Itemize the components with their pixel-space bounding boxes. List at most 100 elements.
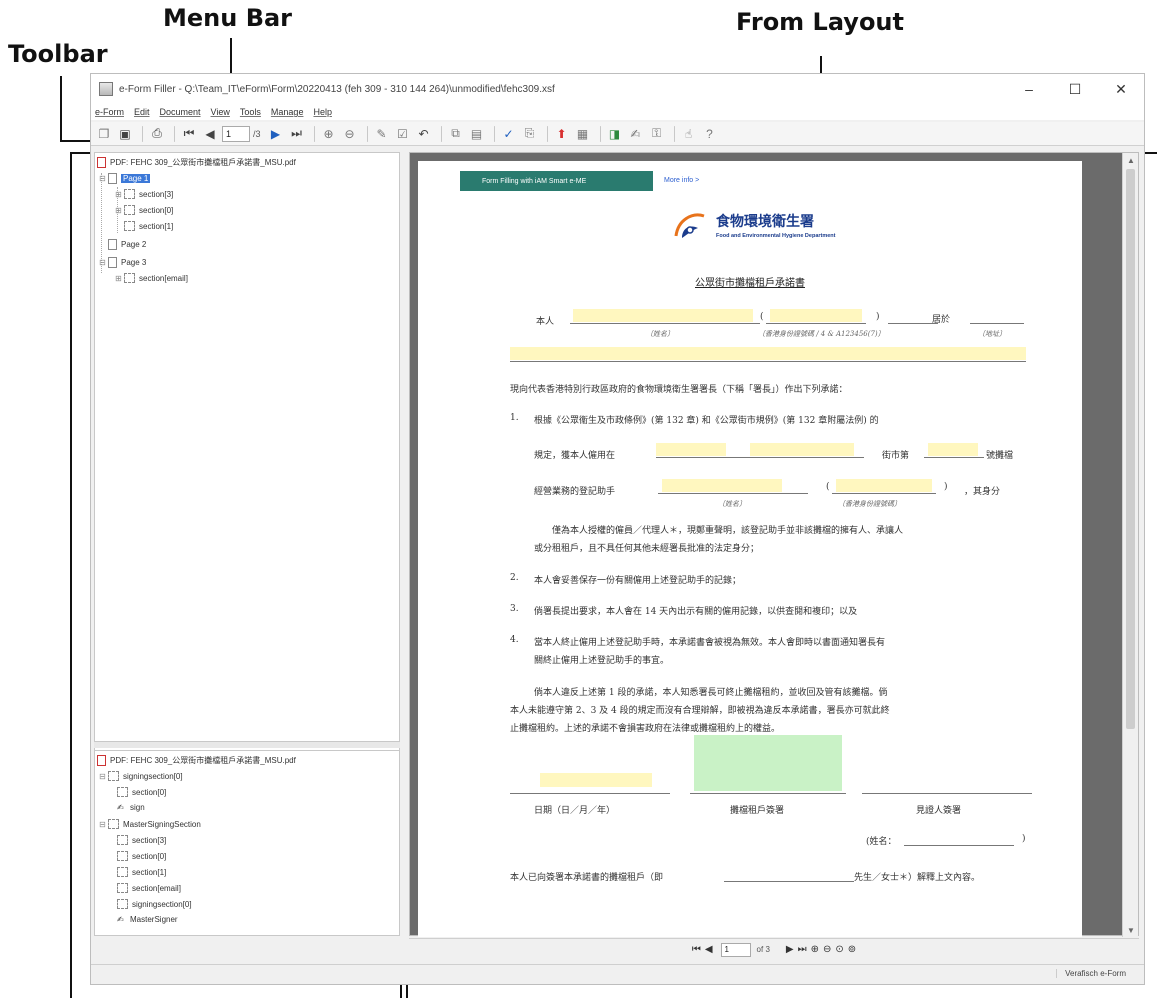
tree-node-section[interactable]: ⊞ section[0]	[115, 205, 173, 215]
collapse-icon[interactable]: ⊟	[99, 174, 106, 183]
tree-node-section[interactable]: signingsection[0]	[117, 899, 192, 909]
tree-node-section[interactable]: ⊞ section[email]	[115, 273, 188, 283]
tree-file-node[interactable]: PDF: FEHC 309_公眾街市攤檔租戶承諾書_MSU.pdf	[97, 755, 296, 766]
doc-text: 或分租租戶，且不具任何其他未經署長批准的法定身分；	[534, 544, 760, 554]
toolbar-separator	[313, 125, 315, 142]
market-name-field[interactable]	[750, 443, 854, 456]
zoom-in-icon[interactable]: ⊕	[320, 125, 338, 143]
tree-node-page-2[interactable]: Page 2	[99, 239, 146, 250]
label-address: 〔地址〕	[978, 330, 1006, 338]
scroll-up-icon[interactable]: ▲	[1123, 153, 1139, 167]
last-page-icon[interactable]: ⏭	[288, 125, 306, 143]
assistant-name-field[interactable]	[662, 479, 782, 492]
zoom-out-icon[interactable]: ⊖	[341, 125, 359, 143]
market-field[interactable]	[656, 443, 726, 456]
more-info-link[interactable]: More info >	[664, 177, 699, 184]
hkid-field[interactable]	[770, 309, 862, 322]
stall-number-field[interactable]	[928, 443, 978, 456]
menu-edit[interactable]: Edit	[134, 107, 150, 117]
collapse-icon[interactable]: ⊟	[99, 772, 106, 781]
edit-form-icon[interactable]: ✎	[373, 125, 391, 143]
upload-icon[interactable]: ⬆	[553, 125, 571, 143]
help-icon[interactable]: ?	[701, 125, 719, 143]
open-icon[interactable]: ❐	[95, 125, 113, 143]
assistant-hkid-field[interactable]	[836, 479, 932, 492]
close-button[interactable]: ✕	[1098, 74, 1144, 104]
previous-page-icon[interactable]: ◀	[705, 944, 713, 955]
last-page-icon[interactable]: ⏭	[798, 944, 807, 955]
page-icon	[108, 239, 117, 250]
clipboard-icon[interactable]: ⎘	[521, 125, 539, 143]
save-icon[interactable]: ▣	[116, 125, 134, 143]
menu-view[interactable]: View	[211, 107, 230, 117]
tree-node-section[interactable]: section[1]	[117, 867, 166, 877]
menu-document[interactable]: Document	[160, 107, 201, 117]
undo-icon[interactable]: ↶	[415, 125, 433, 143]
zoom-out-icon[interactable]: ⊖	[823, 944, 831, 955]
tree-node-section[interactable]: section[0]	[117, 787, 166, 797]
collapse-icon[interactable]: ⊟	[99, 820, 106, 829]
tree-node-section[interactable]: section[1]	[115, 221, 173, 231]
expand-icon[interactable]: ⊞	[115, 206, 122, 215]
tree-node-master-signer[interactable]: ✍ MasterSigner	[117, 915, 178, 924]
menu-tools[interactable]: Tools	[240, 107, 261, 117]
previous-page-icon[interactable]: ◀	[201, 125, 219, 143]
paste-icon[interactable]: ▤	[468, 125, 486, 143]
attachment-icon[interactable]: ▦	[574, 125, 592, 143]
tree-node-section[interactable]: section[0]	[117, 851, 166, 861]
tree-node-section[interactable]: section[3]	[117, 835, 166, 845]
date-field[interactable]	[540, 773, 652, 787]
layers-icon[interactable]: ◨	[606, 125, 624, 143]
underline	[862, 793, 1032, 794]
tree-node-page-1[interactable]: ⊟ Page 1	[99, 173, 151, 184]
document-navigation-bar: ⏮ ◀ 1 of 3 ▶ ⏭ ⊕ ⊖ ⊙ ⊚	[409, 938, 1139, 960]
tree-node-section[interactable]: ⊞ section[3]	[115, 189, 173, 199]
tree-node-section[interactable]: section[email]	[117, 883, 181, 893]
menu-eform[interactable]: e-Form	[95, 107, 124, 117]
scroll-down-icon[interactable]: ▼	[1123, 923, 1139, 937]
tree-node-master-signing[interactable]: ⊟ MasterSigningSection	[99, 819, 201, 829]
tree-file-node[interactable]: PDF: FEHC 309_公眾街市攤檔租戶承諾書_MSU.pdf	[97, 157, 296, 168]
section-icon	[124, 273, 135, 283]
first-page-icon[interactable]: ⏮	[180, 125, 198, 143]
validate-check-icon[interactable]: ✓	[500, 125, 518, 143]
tree-node-sign[interactable]: ✍ sign	[117, 803, 145, 812]
hand-icon[interactable]: ☝	[680, 125, 698, 143]
form-check-icon[interactable]: ☑	[394, 125, 412, 143]
signature-date-label: 日期（日／月／年）	[534, 806, 616, 816]
signature-icon[interactable]: ✍	[627, 125, 645, 143]
scrollbar-thumb[interactable]	[1126, 169, 1135, 729]
fehd-logo-icon	[674, 213, 705, 238]
address-field[interactable]	[510, 347, 1026, 360]
fit-page-icon[interactable]: ⊚	[848, 944, 856, 955]
minimize-button[interactable]: –	[1006, 74, 1052, 104]
doc-page-input[interactable]: 1	[720, 942, 751, 957]
first-page-icon[interactable]: ⏮	[692, 944, 701, 955]
expand-icon[interactable]: ⊞	[115, 274, 122, 283]
tenant-signature-field[interactable]	[694, 735, 842, 791]
menu-manage[interactable]: Manage	[271, 107, 304, 117]
document-viewer[interactable]: Form Filling with iAM Smart e-ME More in…	[409, 152, 1139, 937]
iam-smart-banner-button[interactable]: Form Filling with iAM Smart e-ME	[460, 171, 653, 191]
section-icon	[117, 787, 128, 797]
tree-node-signing-section[interactable]: ⊟ signingsection[0]	[99, 771, 183, 781]
fit-width-icon[interactable]: ⊙	[835, 944, 843, 955]
panel-splitter[interactable]	[94, 741, 400, 748]
vertical-scrollbar[interactable]: ▲ ▼	[1122, 153, 1138, 937]
next-page-icon[interactable]: ▶	[786, 944, 794, 955]
zoom-in-icon[interactable]: ⊕	[811, 944, 819, 955]
copy-icon[interactable]: ⧉	[447, 125, 465, 143]
section-icon	[117, 851, 128, 861]
page-number-input[interactable]: 1	[222, 125, 250, 142]
doc-item-text: 關終止僱用上述登記助手的事宜。	[534, 656, 670, 666]
tree-node-page-3[interactable]: ⊟ Page 3	[99, 257, 146, 268]
doc-text: )	[944, 482, 948, 492]
menu-help[interactable]: Help	[313, 107, 332, 117]
collapse-icon[interactable]: ⊟	[99, 258, 106, 267]
expand-icon[interactable]: ⊞	[115, 190, 122, 199]
maximize-button[interactable]: ☐	[1052, 74, 1098, 104]
key-icon[interactable]: ⚿	[648, 125, 666, 143]
print-icon[interactable]: ⎙	[148, 125, 166, 143]
name-field[interactable]	[573, 309, 753, 322]
next-page-icon[interactable]: ▶	[267, 125, 285, 143]
